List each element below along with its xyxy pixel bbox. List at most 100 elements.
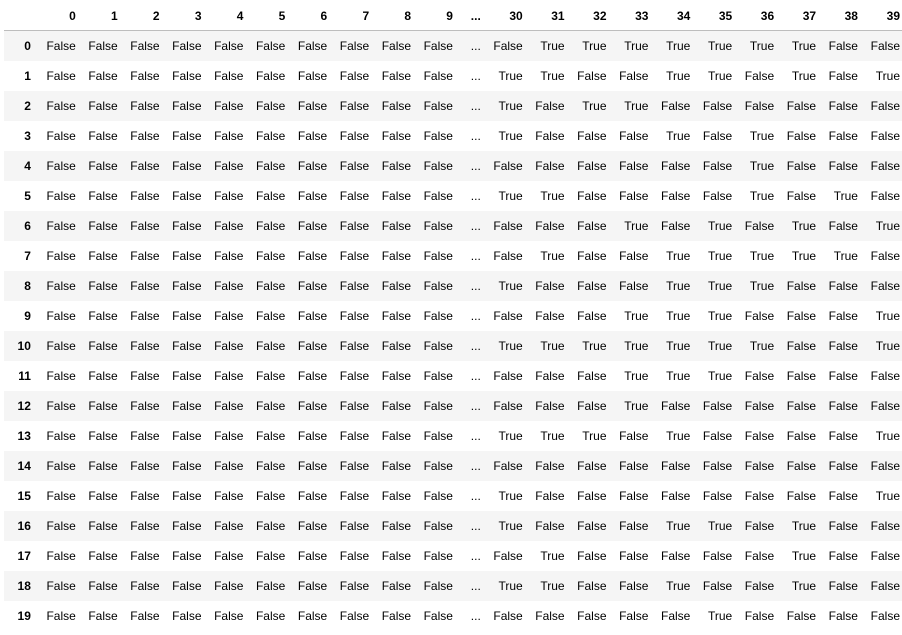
row-index: 3 (24, 129, 31, 143)
table-cell: False (339, 309, 370, 323)
table-row: 1 False False False False False False False Fals… (4, 61, 902, 91)
table-cell: False (297, 39, 328, 53)
table-cell: False (577, 69, 607, 83)
table-cell: False (381, 459, 412, 473)
table-cell: False (786, 609, 817, 623)
table-cell: False (297, 159, 328, 173)
table-cell: False (786, 489, 817, 503)
table-cell: False (660, 489, 691, 503)
table-cell: False (870, 39, 900, 53)
column-header: 34 (650, 1, 693, 31)
table-cell: True (875, 69, 900, 83)
table-cell: True (540, 429, 565, 443)
row-index: 1 (24, 69, 31, 83)
table-cell: False (828, 549, 858, 563)
table-cell: False (255, 399, 286, 413)
column-header: 32 (566, 1, 609, 31)
table-cell: False (786, 339, 817, 353)
table-cell: False (828, 339, 858, 353)
table-cell: False (870, 609, 900, 623)
table-cell: False (255, 429, 286, 443)
table-cell: False (744, 489, 775, 503)
table-cell: False (297, 189, 328, 203)
table-cell: False (619, 159, 649, 173)
table-cell: False (423, 309, 453, 323)
table-cell: False (702, 399, 733, 413)
table-cell: False (493, 369, 523, 383)
table-cell: False (423, 339, 453, 353)
table-cell: False (423, 429, 453, 443)
table-cell: True (708, 39, 733, 53)
table-cell: True (833, 249, 858, 263)
table-cell: True (749, 129, 775, 143)
table-cell: False (255, 459, 286, 473)
column-header: 33 (608, 1, 651, 31)
table-cell: False (493, 549, 523, 563)
table-cell: False (381, 399, 412, 413)
column-header-ellipsis: ... (454, 1, 483, 31)
row-index: 16 (17, 519, 31, 533)
table-cell: False (88, 549, 118, 563)
table-cell: False (493, 39, 523, 53)
row-index: 4 (24, 159, 31, 173)
table-cell: False (46, 609, 76, 623)
table-cell: False (214, 69, 244, 83)
table-cell: True (582, 339, 607, 353)
table-cell: False (130, 249, 160, 263)
table-cell: False (172, 219, 202, 233)
table-cell: False (255, 369, 286, 383)
table-cell: False (214, 519, 244, 533)
table-cell: False (381, 429, 412, 443)
table-cell: False (786, 189, 817, 203)
table-cell: False (744, 519, 775, 533)
table-cell-ellipsis: ... (470, 189, 481, 203)
table-cell: False (255, 249, 286, 263)
table-cell: False (88, 459, 118, 473)
table-cell: False (828, 159, 858, 173)
row-index: 12 (17, 399, 31, 413)
table-cell: False (493, 159, 523, 173)
table-cell: False (535, 459, 565, 473)
table-cell: False (214, 129, 244, 143)
table-cell: False (130, 69, 160, 83)
table-cell: False (619, 279, 649, 293)
table-row: 8 False False False False False False False Fals… (4, 271, 902, 301)
column-header: 3 (161, 1, 204, 31)
table-cell: True (666, 309, 691, 323)
table-cell: False (828, 279, 858, 293)
table-cell: True (624, 99, 649, 113)
row-index: 15 (17, 489, 31, 503)
table-cell: False (493, 399, 523, 413)
column-header: 0 (35, 1, 78, 31)
table-cell: True (875, 489, 900, 503)
table-cell: False (423, 579, 453, 593)
table-cell: False (88, 609, 118, 623)
table-cell: False (493, 249, 523, 263)
table-cell: False (172, 129, 202, 143)
table-cell: False (46, 459, 76, 473)
table-cell: True (749, 39, 775, 53)
table-cell: False (786, 369, 817, 383)
row-index: 0 (24, 39, 31, 53)
table-cell: False (744, 69, 775, 83)
table-cell: True (875, 219, 900, 233)
table-cell: False (130, 459, 160, 473)
column-header: 7 (329, 1, 372, 31)
table-cell: False (255, 189, 286, 203)
table-cell: False (88, 99, 118, 113)
table-cell: False (214, 369, 244, 383)
table-cell: False (828, 369, 858, 383)
table-cell: False (744, 459, 775, 473)
column-header: 38 (818, 1, 860, 31)
table-cell: True (708, 609, 733, 623)
table-cell: False (535, 369, 565, 383)
table-cell: False (88, 219, 118, 233)
table-cell: True (875, 429, 900, 443)
table-cell: False (339, 579, 370, 593)
table-cell: False (297, 609, 328, 623)
table-cell: False (619, 189, 649, 203)
table-cell: False (297, 579, 328, 593)
table-row: 6 False False False False False False False Fals… (4, 211, 902, 241)
table-cell: False (297, 309, 328, 323)
table-cell: True (791, 69, 817, 83)
